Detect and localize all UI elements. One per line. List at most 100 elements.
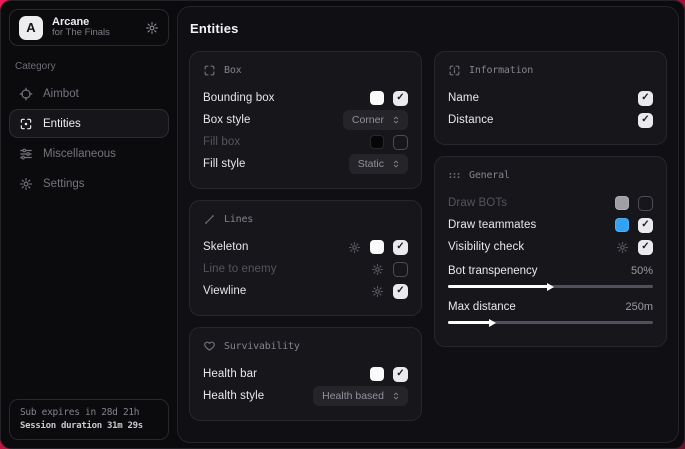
sidebar-item-entities[interactable]: Entities <box>9 109 169 138</box>
session-duration: Session duration 31m 29s <box>20 421 158 431</box>
row-label: Visibility check <box>448 241 616 253</box>
row-label: Line to enemy <box>203 263 371 275</box>
row-label: Fill box <box>203 136 370 148</box>
logo-text: Arcane for The Finals <box>52 16 110 40</box>
skeleton-checkbox[interactable] <box>393 240 408 255</box>
color-swatch[interactable] <box>370 240 384 254</box>
slider-label: Bot transpenency <box>448 265 631 277</box>
row-label: Draw teammates <box>448 219 615 231</box>
app-subtitle: for The Finals <box>52 28 110 39</box>
slider-thumb[interactable] <box>489 319 500 327</box>
card-lines: Lines Skeleton Line to enem <box>189 200 422 316</box>
card-survivability: Survivability Health bar Health style He… <box>189 327 422 421</box>
card-title: Lines <box>224 214 253 225</box>
main-panel: Entities Box Bounding box <box>177 6 679 443</box>
bot-transparency-slider-group: Bot transpenency 50% <box>448 261 653 288</box>
right-column: Information Name Distance <box>434 51 667 358</box>
distance-checkbox[interactable] <box>638 113 653 128</box>
slider-thumb[interactable] <box>547 283 558 291</box>
row-health-bar: Health bar <box>203 363 408 385</box>
card-title: Box <box>224 65 241 76</box>
row-label: Draw BOTs <box>448 197 615 209</box>
diagonal-line-icon <box>203 213 216 226</box>
row-label: Distance <box>448 114 638 126</box>
chevrons-up-down-icon <box>391 159 401 169</box>
row-health-style: Health style Health based <box>203 385 408 407</box>
skeleton-settings-gear-icon[interactable] <box>348 241 361 254</box>
chevrons-up-down-icon <box>391 115 401 125</box>
viewline-checkbox[interactable] <box>393 284 408 299</box>
select-value: Corner <box>352 114 384 126</box>
draw-teammates-checkbox[interactable] <box>638 218 653 233</box>
slider-value: 50% <box>631 265 653 277</box>
grid-dots-icon <box>448 169 461 182</box>
sidebar-item-settings[interactable]: Settings <box>9 169 169 198</box>
sidebar-item-label: Settings <box>43 178 85 190</box>
row-label: Viewline <box>203 285 371 297</box>
row-visibility-check: Visibility check <box>448 236 653 258</box>
sub-expiry: Sub expires in 28d 21h <box>20 407 158 418</box>
sidebar-item-aimbot[interactable]: Aimbot <box>9 79 169 108</box>
row-label: Fill style <box>203 158 349 170</box>
bot-transparency-slider[interactable] <box>448 285 653 288</box>
row-distance: Distance <box>448 109 653 131</box>
row-viewline: Viewline <box>203 280 408 302</box>
slider-value: 250m <box>625 301 653 313</box>
line-to-enemy-checkbox[interactable] <box>393 262 408 277</box>
card-title: General <box>469 170 510 181</box>
line-to-enemy-settings-gear-icon[interactable] <box>371 263 384 276</box>
name-checkbox[interactable] <box>638 91 653 106</box>
color-swatch[interactable] <box>370 91 384 105</box>
color-swatch[interactable] <box>615 196 629 210</box>
row-label: Box style <box>203 114 343 126</box>
sidebar: A Arcane for The Finals Category Aimbot … <box>1 1 177 448</box>
bounding-box-checkbox[interactable] <box>393 91 408 106</box>
sidebar-item-miscellaneous[interactable]: Miscellaneous <box>9 139 169 168</box>
row-fill-style: Fill style Static <box>203 153 408 175</box>
visibility-settings-gear-icon[interactable] <box>616 241 629 254</box>
fill-style-select[interactable]: Static <box>349 154 408 174</box>
row-bounding-box: Bounding box <box>203 87 408 109</box>
color-swatch[interactable] <box>370 367 384 381</box>
color-swatch[interactable] <box>370 135 384 149</box>
sidebar-item-label: Miscellaneous <box>43 148 116 160</box>
health-bar-checkbox[interactable] <box>393 367 408 382</box>
select-value: Static <box>358 158 384 170</box>
visibility-check-checkbox[interactable] <box>638 240 653 255</box>
app-logo: A <box>19 16 43 40</box>
color-swatch[interactable] <box>615 218 629 232</box>
card-box: Box Bounding box Box style Corner <box>189 51 422 189</box>
chevrons-up-down-icon <box>391 391 401 401</box>
select-value: Health based <box>322 390 384 402</box>
crosshair-icon <box>19 87 33 101</box>
category-label: Category <box>15 61 163 72</box>
card-title: Information <box>469 65 533 76</box>
sidebar-item-label: Entities <box>43 118 81 130</box>
sidebar-item-label: Aimbot <box>43 88 79 100</box>
row-label: Health style <box>203 390 313 402</box>
row-box-style: Box style Corner <box>203 109 408 131</box>
heart-icon <box>203 340 216 353</box>
viewline-settings-gear-icon[interactable] <box>371 285 384 298</box>
information-icon <box>448 64 461 77</box>
row-label: Health bar <box>203 368 370 380</box>
draw-bots-checkbox[interactable] <box>638 196 653 211</box>
sliders-icon <box>19 147 33 161</box>
left-column: Box Bounding box Box style Corner <box>189 51 422 432</box>
row-label: Name <box>448 92 638 104</box>
health-style-select[interactable]: Health based <box>313 386 408 406</box>
scan-icon <box>19 117 33 131</box>
card-information: Information Name Distance <box>434 51 667 145</box>
row-draw-bots: Draw BOTs <box>448 192 653 214</box>
row-label: Bounding box <box>203 92 370 104</box>
box-style-select[interactable]: Corner <box>343 110 408 130</box>
fill-box-checkbox[interactable] <box>393 135 408 150</box>
logo-gear-icon[interactable] <box>145 21 159 35</box>
row-fill-box: Fill box <box>203 131 408 153</box>
card-general: General Draw BOTs Draw teammates <box>434 156 667 347</box>
slider-label: Max distance <box>448 301 625 313</box>
row-line-to-enemy: Line to enemy <box>203 258 408 280</box>
max-distance-slider[interactable] <box>448 321 653 324</box>
slider-fill <box>448 285 551 288</box>
app-window: A Arcane for The Finals Category Aimbot … <box>0 0 685 449</box>
